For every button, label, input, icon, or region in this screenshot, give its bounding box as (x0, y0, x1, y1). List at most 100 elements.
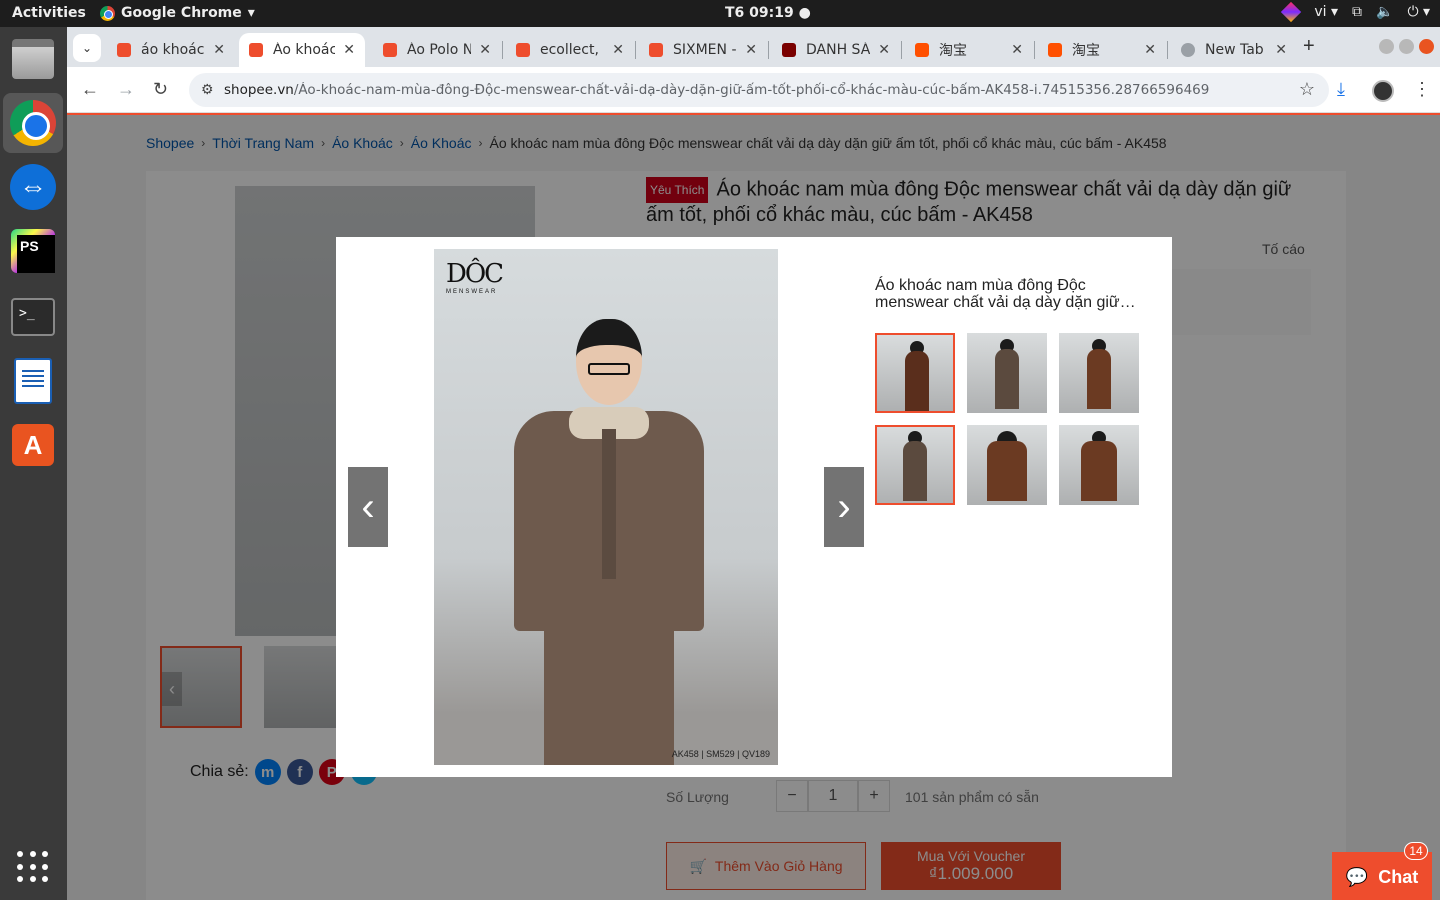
brand-logo: DÔC MENSWEAR (446, 259, 504, 295)
address-bar[interactable]: ⚙ shopee.vn/Áo-khoác-nam-mùa-đông-Độc-me… (189, 73, 1329, 107)
close-icon[interactable]: ✕ (612, 42, 624, 58)
modal-thumbnail[interactable] (1059, 333, 1139, 413)
browser-toolbar: ← → ↻ ⚙ shopee.vn/Áo-khoác-nam-mùa-đông-… (67, 67, 1440, 113)
activities-button[interactable]: Activities (12, 5, 86, 21)
close-icon[interactable]: ✕ (1275, 42, 1287, 58)
chrome-window: ⌄ áo khoác ✕ Áo khoác ✕ Áo Polo N ✕ ecol… (67, 27, 1440, 900)
close-icon[interactable]: ✕ (343, 42, 355, 58)
chat-label: Chat (1378, 866, 1419, 887)
next-image-button[interactable]: › (824, 467, 864, 547)
new-tab-button[interactable]: + (1303, 35, 1315, 58)
image-viewer-modal: DÔC MENSWEAR AK458 | SM529 | QV189 ‹ › Áo… (336, 237, 1172, 777)
teamviewer-launcher[interactable]: ⇔ (9, 163, 57, 211)
volume-icon[interactable]: 🔈 (1376, 4, 1393, 20)
chrome-launcher[interactable] (3, 93, 63, 153)
modal-thumbnail[interactable] (967, 333, 1047, 413)
reload-icon[interactable]: ↻ (153, 79, 168, 100)
url-text[interactable]: shopee.vn/Áo-khoác-nam-mùa-đông-Độc-mens… (224, 82, 1284, 98)
close-icon[interactable]: ✕ (1144, 42, 1156, 58)
tab[interactable]: áo khoác ✕ (107, 33, 235, 67)
modal-thumbnail[interactable] (967, 425, 1047, 505)
profile-avatar[interactable] (1372, 80, 1394, 102)
forward-icon[interactable]: → (117, 79, 135, 100)
bookmark-star-icon[interactable]: ☆ (1299, 79, 1315, 100)
close-icon[interactable]: ✕ (745, 42, 757, 58)
shopee-favicon-icon (117, 43, 131, 57)
chat-unread-badge: 14 (1404, 842, 1428, 860)
tab[interactable]: Áo Polo N ✕ (373, 33, 501, 67)
tab-title: ecollect, (540, 42, 599, 58)
tab-active[interactable]: Áo khoác ✕ (239, 33, 365, 67)
shopee-favicon-icon (249, 43, 263, 57)
files-launcher[interactable] (9, 35, 57, 83)
clock[interactable]: T6 09:19 ● (725, 5, 811, 21)
tab-title: DANH SÁ (806, 42, 871, 58)
modal-thumbnail[interactable] (875, 333, 955, 413)
show-apps-button[interactable] (9, 843, 57, 891)
brand-mark: DÔC (446, 259, 504, 289)
modal-thumbnails (875, 333, 1139, 505)
jetbrains-toolbox-icon[interactable] (1281, 1, 1302, 23)
image-code: AK458 | SM529 | QV189 (671, 749, 770, 759)
shopee-favicon-icon (649, 43, 663, 57)
phpstorm-launcher[interactable] (9, 227, 57, 275)
chat-icon: 💬 (1345, 866, 1369, 887)
network-icon[interactable]: ⧉ (1352, 4, 1362, 20)
language-indicator[interactable]: vi ▾ (1314, 4, 1338, 20)
tab-title: 淘宝 (939, 43, 967, 59)
system-tray[interactable]: vi ▾ ⧉ 🔈 ⏻ ▾ (1281, 1, 1430, 23)
maximize-button[interactable] (1399, 39, 1414, 54)
url-path: /Áo-khoác-nam-mùa-đông-Độc-menswear-chất… (293, 82, 1210, 98)
tab[interactable]: SIXMEN - ✕ (639, 33, 767, 67)
chevron-right-icon: › (837, 484, 851, 529)
close-icon[interactable]: ✕ (878, 42, 890, 58)
modal-main-image: DÔC MENSWEAR AK458 | SM529 | QV189 (434, 249, 778, 765)
tab[interactable]: 淘宝 ✕ (905, 33, 1033, 67)
tab-title: Áo khoác (273, 42, 336, 58)
page-content: Shopee › Thời Trang Nam › Áo Khoác › Áo Kho… (67, 113, 1440, 900)
muji-favicon-icon (782, 43, 796, 57)
download-icon[interactable]: ⤓ (1337, 79, 1345, 100)
minimize-button[interactable] (1379, 39, 1394, 54)
writer-icon (14, 358, 52, 404)
tab[interactable]: New Tab ✕ (1171, 33, 1297, 67)
app-menu[interactable]: Google Chrome ▾ (100, 5, 255, 21)
close-icon[interactable]: ✕ (1011, 42, 1023, 58)
back-icon[interactable]: ← (81, 79, 99, 100)
terminal-launcher[interactable]: >_ (9, 293, 57, 341)
close-icon[interactable]: ✕ (213, 42, 225, 58)
new-tab-favicon-icon (1181, 43, 1195, 57)
tab[interactable]: DANH SÁ ✕ (772, 33, 900, 67)
chevron-down-icon: ⌄ (81, 41, 93, 55)
app-store-icon: A (12, 424, 54, 466)
tab-title: Áo Polo N (407, 42, 472, 58)
writer-launcher[interactable] (9, 357, 57, 405)
app-menu-label: Google Chrome (121, 5, 242, 21)
chrome-icon (100, 5, 115, 21)
prev-image-button[interactable]: ‹ (348, 467, 388, 547)
taobao-favicon-icon (915, 43, 929, 57)
chevron-left-icon: ‹ (361, 484, 375, 529)
model-figure (514, 319, 704, 765)
modal-title: Áo khoác nam mùa đông Độc menswear chất … (875, 277, 1136, 311)
tab[interactable]: ecollect, ✕ (506, 33, 634, 67)
modal-thumbnail-selected[interactable] (875, 425, 955, 505)
chat-button[interactable]: 💬 Chat 14 (1332, 842, 1432, 900)
power-icon[interactable]: ⏻ ▾ (1407, 4, 1430, 20)
menu-icon[interactable]: ⋮ (1413, 79, 1431, 100)
tab[interactable]: 淘宝 ✕ (1038, 33, 1166, 67)
close-icon[interactable]: ✕ (479, 42, 491, 58)
tab-strip: ⌄ áo khoác ✕ Áo khoác ✕ Áo Polo N ✕ ecol… (67, 27, 1440, 67)
tab-search-button[interactable]: ⌄ (73, 34, 101, 62)
language-label: vi (1314, 4, 1327, 20)
chevron-down-icon: ▾ (247, 5, 255, 21)
site-info-icon[interactable]: ⚙ (201, 81, 214, 98)
terminal-icon: >_ (11, 298, 55, 336)
dock: ⇔ >_ A (0, 27, 67, 900)
taobao-favicon-icon (1048, 43, 1062, 57)
close-window-button[interactable] (1419, 39, 1434, 54)
url-host: shopee.vn (224, 82, 294, 98)
modal-thumbnail[interactable] (1059, 425, 1139, 505)
chrome-icon (10, 100, 56, 146)
app-store-launcher[interactable]: A (9, 421, 57, 469)
